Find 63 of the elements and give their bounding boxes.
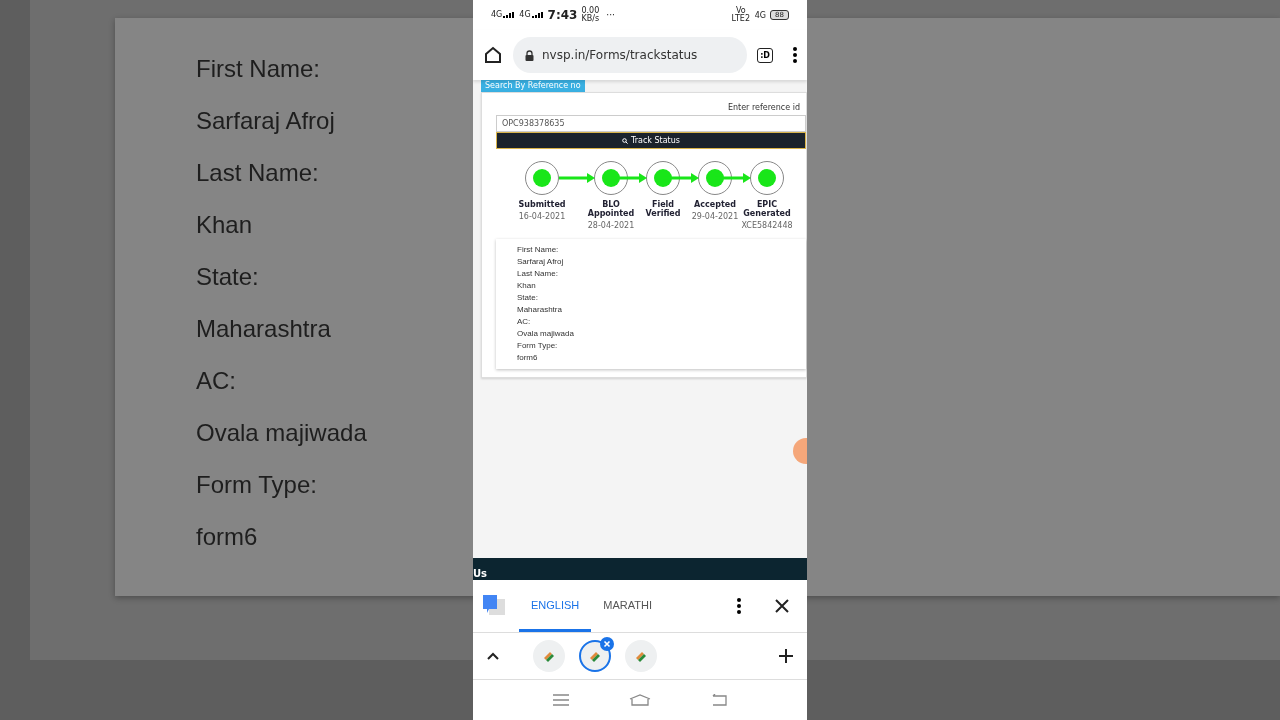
field-label: State: (517, 293, 538, 303)
home-icon[interactable] (483, 45, 503, 65)
footer-text: Us (473, 568, 488, 580)
field-value: Maharashtra (196, 314, 331, 344)
network-label: 4G (754, 10, 767, 20)
sim-label: 4G (519, 11, 531, 19)
address-bar[interactable]: nvsp.in/Forms/trackstatus (513, 37, 748, 73)
step-label: Submitted (517, 200, 567, 209)
tab-thumbnail[interactable] (625, 640, 657, 672)
more-indicator: ··· (606, 10, 615, 20)
flag-icon (589, 650, 601, 662)
tab-thumbnail[interactable] (533, 640, 565, 672)
field-value: form6 (196, 522, 258, 552)
field-label: Form Type: (517, 341, 558, 351)
field-value: form6 (517, 353, 538, 363)
signal-icon (503, 12, 516, 18)
sim-label: 4G (491, 11, 503, 19)
plus-icon[interactable] (779, 649, 793, 663)
step-label: Accepted (693, 200, 737, 209)
field-label: First Name: (196, 54, 320, 84)
close-badge-icon[interactable] (600, 637, 614, 651)
field-label: AC: (196, 366, 236, 396)
field-value: Khan (196, 210, 253, 240)
step-date: 29-04-2021 (690, 212, 740, 222)
field-label: Last Name: (196, 158, 319, 188)
volte-label: Vo LTE2 (730, 7, 751, 23)
kebab-menu-icon[interactable] (793, 47, 797, 63)
field-value: Sarfaraj Afroj (517, 257, 564, 267)
step-label: EPIC Generated (742, 200, 792, 218)
input-label: Enter reference id (727, 103, 800, 112)
flag-icon (543, 650, 555, 662)
reference-input[interactable]: OPC938378635 (496, 115, 806, 132)
net-speed: 0.00 KB/s (581, 7, 600, 23)
step-date: 28-04-2021 (586, 221, 636, 231)
menu-icon[interactable] (553, 694, 569, 706)
step-label: Field Verified (644, 200, 682, 218)
field-label: State: (196, 262, 259, 292)
translate-icon (483, 595, 505, 617)
language-tab[interactable]: MARATHI (591, 580, 664, 632)
step-date: 16-04-2021 (517, 212, 567, 222)
lock-icon (525, 49, 534, 61)
signal-icon (531, 12, 544, 18)
field-value: Maharashtra (517, 305, 562, 315)
field-label: Form Type: (196, 470, 317, 500)
language-tab[interactable]: ENGLISH (519, 580, 592, 632)
tab-switcher[interactable]: :D (757, 47, 773, 63)
search-icon (622, 137, 628, 144)
back-icon[interactable] (711, 694, 727, 706)
track-status-button[interactable]: Track Status (496, 132, 806, 149)
field-label: AC: (517, 317, 531, 327)
step-label: BLO Appointed (586, 200, 636, 218)
field-value: Ovala majiwada (517, 329, 574, 339)
chevron-up-icon[interactable] (487, 652, 499, 660)
clock-time: 7:43 (547, 8, 578, 22)
tab-thumbnail[interactable] (579, 640, 611, 672)
field-value: Sarfaraj Afroj (196, 106, 335, 136)
arrow-connector (559, 173, 595, 183)
field-label: First Name: (517, 245, 559, 255)
field-label: Last Name: (517, 269, 558, 279)
step-date: XCE5842448 (741, 221, 793, 231)
flag-icon (635, 650, 647, 662)
field-value: Ovala majiwada (196, 418, 367, 448)
field-value: Khan (517, 281, 536, 291)
